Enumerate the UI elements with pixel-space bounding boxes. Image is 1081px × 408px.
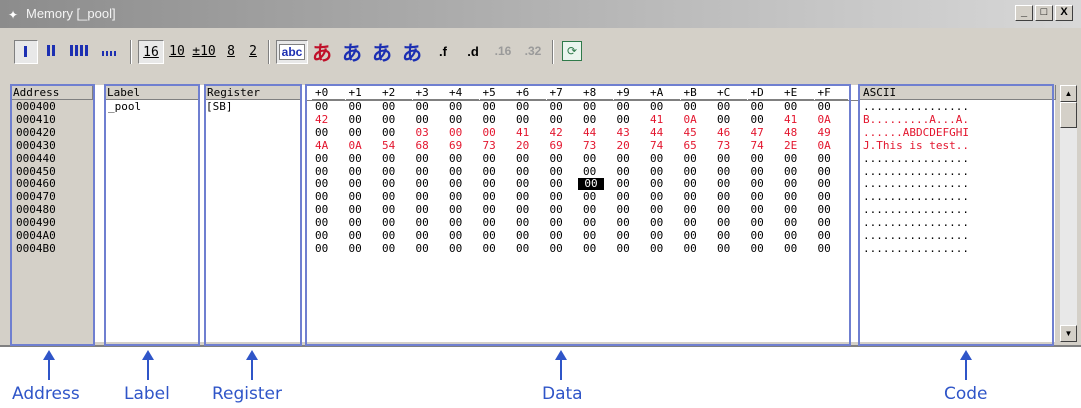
radix-dec-button[interactable]: 10: [166, 40, 188, 62]
fixed16-button[interactable]: .16: [490, 40, 516, 62]
code-region-outline: [858, 84, 1054, 346]
radix-dec-label: 10: [169, 43, 185, 59]
minimize-button[interactable]: _: [1015, 5, 1033, 21]
address-arrow: [48, 358, 50, 380]
byte-width-4-button[interactable]: [66, 40, 94, 62]
double-label: .d: [467, 43, 479, 59]
toolbar-separator: [268, 40, 270, 64]
register-arrow: [251, 358, 253, 380]
close-button[interactable]: X: [1055, 5, 1073, 21]
radix-signed-dec-label: ±10: [192, 43, 216, 59]
app-icon: ✦: [8, 8, 19, 22]
code-arrow: [965, 358, 967, 380]
fixed32-button[interactable]: .32: [520, 40, 546, 62]
address-region-outline: [10, 84, 95, 346]
radix-oct-button[interactable]: 8: [222, 40, 240, 62]
annotation-data: Data: [542, 384, 583, 404]
toolbar-separator: [130, 40, 132, 64]
annotation-address: Address: [12, 384, 80, 404]
byte-width-2-button[interactable]: [40, 40, 64, 62]
refresh-button[interactable]: ⟳: [560, 40, 584, 62]
label-arrow: [147, 358, 149, 380]
radix-hex-button[interactable]: 16: [138, 40, 164, 64]
scroll-up-button[interactable]: ▲: [1060, 85, 1077, 102]
radix-signed-dec-button[interactable]: ±10: [190, 40, 218, 62]
fixed16-label: .16: [494, 44, 512, 58]
byte-width-1-button[interactable]: [14, 40, 38, 64]
sjis-mode-button[interactable]: あ: [308, 40, 336, 65]
radix-bin-label: 2: [249, 43, 257, 59]
byte-width-8-button[interactable]: [96, 40, 124, 62]
two-bars-icon: [47, 44, 57, 59]
double-button[interactable]: .d: [460, 40, 486, 62]
float-button[interactable]: .f: [430, 40, 456, 62]
jis-mode-button[interactable]: あ: [368, 40, 396, 65]
kana-red-icon: あ: [312, 40, 332, 65]
toolbar-separator: [552, 40, 554, 64]
kana-e-icon: あ: [372, 40, 392, 65]
radix-bin-button[interactable]: 2: [244, 40, 262, 62]
ascii-mode-label: abc: [278, 44, 306, 60]
ascii-mode-button[interactable]: abc: [276, 40, 308, 64]
annotation-register: Register: [212, 384, 282, 404]
window-title: Memory [_pool]: [26, 6, 116, 21]
annotation-code: Code: [944, 384, 988, 404]
fixed32-label: .32: [524, 44, 542, 58]
kana-icon: あ: [342, 40, 362, 65]
utf-mode-button[interactable]: あ: [398, 40, 426, 65]
data-region-outline: [305, 84, 851, 346]
eight-bars-icon: [102, 44, 118, 59]
label-region-outline: [104, 84, 200, 346]
toolbar: 16 10 ±10 8 2 abc あ あ あ あ .f .d .16 .32: [0, 28, 1081, 70]
four-bars-icon: [70, 44, 90, 59]
radix-hex-label: 16: [143, 44, 159, 60]
one-bar-icon: [23, 45, 29, 60]
vertical-scrollbar[interactable]: ▲ ▼: [1060, 85, 1077, 342]
register-region-outline: [204, 84, 302, 346]
refresh-icon: ⟳: [562, 41, 582, 61]
kana-u-icon: あ: [402, 40, 422, 65]
float-label: .f: [439, 43, 447, 59]
maximize-button[interactable]: □: [1035, 5, 1053, 21]
scroll-thumb[interactable]: [1060, 102, 1077, 128]
radix-oct-label: 8: [227, 43, 235, 59]
euc-mode-button[interactable]: あ: [338, 40, 366, 65]
scroll-down-button[interactable]: ▼: [1060, 325, 1077, 342]
data-arrow: [560, 358, 562, 380]
window-controls: _ □ X: [1015, 5, 1073, 21]
annotation-label: Label: [124, 384, 170, 404]
title-bar[interactable]: ✦ Memory [_pool] _ □ X: [0, 0, 1081, 28]
